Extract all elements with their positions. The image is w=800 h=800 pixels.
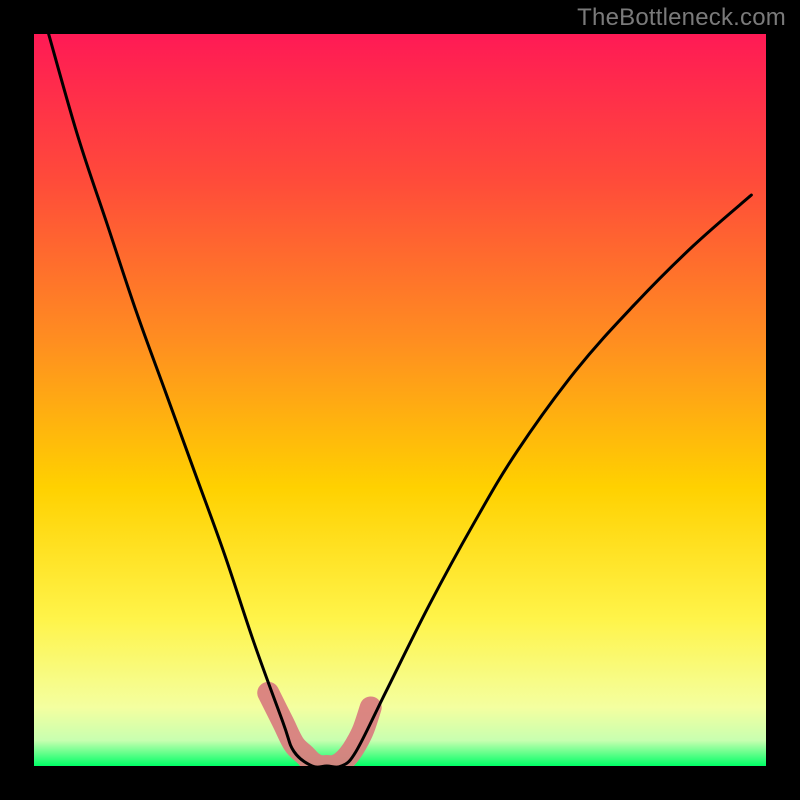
chart-frame: TheBottleneck.com [0,0,800,800]
watermark-label: TheBottleneck.com [577,4,786,32]
bottleneck-chart [0,0,800,800]
plot-background [34,34,766,766]
